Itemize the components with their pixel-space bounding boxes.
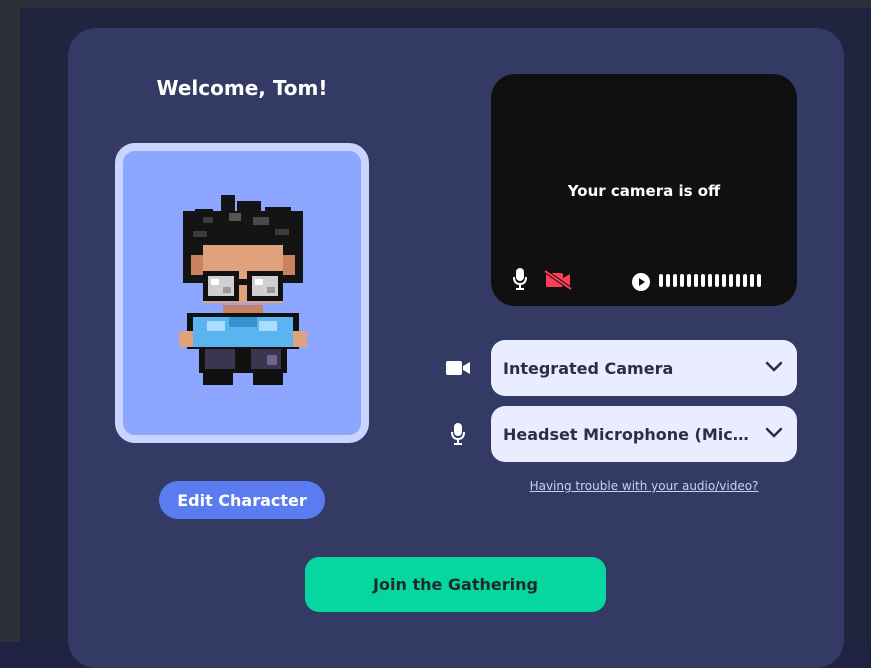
meter-bar xyxy=(673,274,677,287)
camera-select[interactable]: Integrated Camera xyxy=(491,340,797,396)
camera-status-text: Your camera is off xyxy=(567,182,721,200)
edit-character-button[interactable]: Edit Character xyxy=(159,481,325,519)
meter-bar xyxy=(736,274,740,287)
camera-select-value: Integrated Camera xyxy=(503,358,674,378)
avatar-preview xyxy=(115,143,369,443)
meter-bar xyxy=(743,274,747,287)
play-icon[interactable] xyxy=(632,273,650,291)
meter-bar xyxy=(687,274,691,287)
troubleshoot-link[interactable]: Having trouble with your audio/video? xyxy=(491,479,797,493)
meter-bar xyxy=(729,274,733,287)
meter-bar xyxy=(659,274,663,287)
meter-bar xyxy=(750,274,754,287)
chevron-down-icon xyxy=(765,427,783,438)
meter-bar xyxy=(666,274,670,287)
audio-level-meter xyxy=(659,274,761,288)
join-gathering-button[interactable]: Join the Gathering xyxy=(305,557,606,612)
meter-bar xyxy=(694,274,698,287)
camera-off-icon[interactable] xyxy=(544,270,572,290)
meter-bar xyxy=(715,274,719,287)
microphone-select-value: Headset Microphone (Micr... xyxy=(503,424,751,444)
video-camera-icon xyxy=(446,361,470,375)
chevron-down-icon xyxy=(765,361,783,372)
meter-bar xyxy=(680,274,684,287)
microphone-select[interactable]: Headset Microphone (Micr... xyxy=(491,406,797,462)
pixel-character-icon xyxy=(179,195,307,385)
meter-bar xyxy=(708,274,712,287)
meter-bar xyxy=(757,274,761,287)
window-left-edge xyxy=(0,0,20,642)
meter-bar xyxy=(701,274,705,287)
microphone-icon[interactable] xyxy=(513,268,527,290)
meter-bar xyxy=(722,274,726,287)
window-top-edge xyxy=(0,0,871,8)
welcome-heading: Welcome, Tom! xyxy=(156,76,328,100)
camera-preview: Your camera is off xyxy=(491,74,797,306)
microphone-icon xyxy=(451,423,465,445)
